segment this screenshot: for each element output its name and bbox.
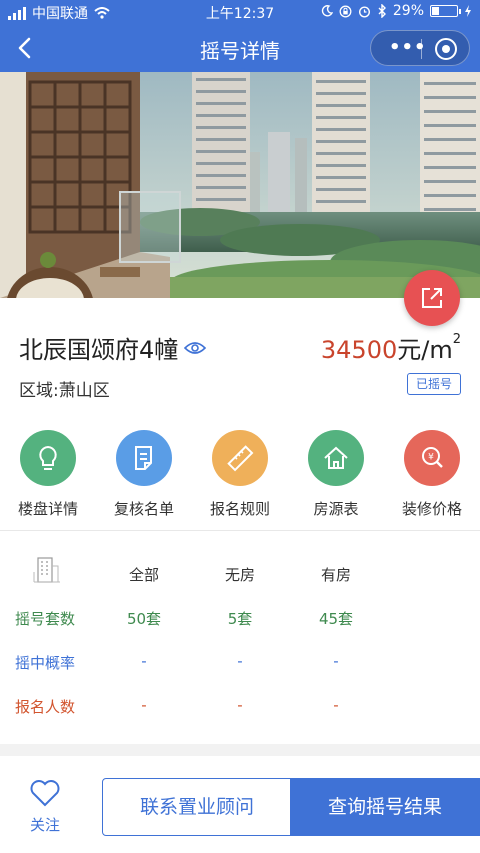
project-name-row: 北辰国颂府4幢 [19, 330, 207, 365]
table-cell: 45套 [318, 610, 354, 628]
close-target-icon[interactable] [435, 38, 457, 60]
share-button[interactable] [404, 270, 460, 326]
table-cell: - [141, 652, 147, 670]
heart-icon [30, 780, 60, 807]
building-icon [33, 557, 60, 583]
feature-menu: 楼盘详情 复核名单 报名规则 房源表 ¥ 装修价格 [0, 430, 480, 520]
district-label: 区域:萧山区 [19, 381, 110, 401]
bottom-action-bar: 关注 联系置业顾问 查询摇号结果 [0, 756, 480, 853]
table-cell: - [333, 696, 339, 714]
menu-label: 复核名单 [113, 500, 174, 518]
table-header: 无房 [224, 566, 255, 584]
table-header: 有房 [320, 566, 351, 584]
battery-icon [430, 5, 461, 17]
svg-text:¥: ¥ [428, 453, 434, 463]
nav-bar: 摇号详情 ••• [0, 24, 480, 72]
menu-label: 装修价格 [401, 500, 462, 518]
menu-label: 楼盘详情 [17, 500, 78, 518]
table-cell: - [237, 652, 243, 670]
price-unit: 元/m [397, 336, 453, 364]
share-icon [422, 288, 442, 308]
table-header: 全部 [128, 566, 159, 584]
charging-icon [465, 5, 471, 17]
lock-rotation-icon [339, 5, 352, 17]
menu-item-review-list[interactable]: 复核名单 [96, 430, 192, 519]
status-badge: 已摇号 [407, 373, 461, 395]
price-unit-sup: 2 [452, 332, 461, 347]
follow-button[interactable]: 关注 [0, 778, 90, 835]
price-search-icon: ¥ [404, 430, 460, 486]
menu-label: 报名规则 [209, 500, 270, 518]
price: 34500元/m2 [321, 330, 461, 365]
lightbulb-icon [20, 430, 76, 486]
document-icon [116, 430, 172, 486]
table-cell: - [333, 652, 339, 670]
bluetooth-icon [378, 4, 386, 18]
table-row-label: 摇号套数 [15, 610, 76, 628]
moon-icon [321, 5, 333, 17]
table-row-label: 摇中概率 [15, 654, 76, 672]
menu-label: 房源表 [313, 500, 359, 518]
table-cell: - [141, 696, 147, 714]
project-banner-image [0, 72, 480, 298]
capsule-divider [421, 39, 422, 59]
follow-label: 关注 [29, 816, 60, 834]
battery-percent: 29% [392, 3, 424, 19]
menu-item-registration-rules[interactable]: 报名规则 [192, 430, 288, 519]
divider [0, 530, 480, 531]
price-value: 34500 [320, 336, 398, 364]
menu-item-housing-table[interactable]: 房源表 [288, 430, 384, 519]
table-cell: - [237, 696, 243, 714]
project-name: 北辰国颂府4幢 [19, 336, 179, 364]
query-result-button[interactable]: 查询摇号结果 [290, 778, 480, 836]
section-gap [0, 744, 480, 756]
menu-item-building-details[interactable]: 楼盘详情 [0, 430, 96, 519]
menu-item-decoration-price[interactable]: ¥ 装修价格 [384, 430, 480, 519]
table-cell: 50套 [126, 610, 162, 628]
house-icon [308, 430, 364, 486]
alarm-icon [358, 5, 370, 18]
eye-icon[interactable] [184, 340, 207, 356]
table-cell: 5套 [227, 610, 253, 628]
mini-program-capsule: ••• [370, 30, 470, 66]
table-row-label: 报名人数 [15, 698, 76, 716]
status-bar: 中国联通 上午12:37 29% [0, 0, 480, 24]
ruler-icon [212, 430, 268, 486]
contact-advisor-button[interactable]: 联系置业顾问 [102, 778, 292, 836]
